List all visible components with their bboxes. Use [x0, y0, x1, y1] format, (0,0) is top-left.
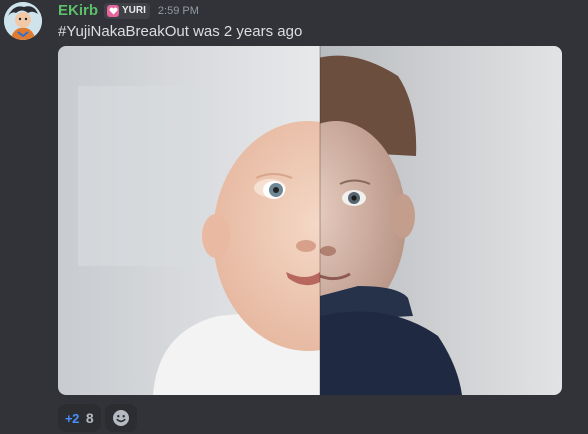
username[interactable]: EKirb	[58, 2, 98, 20]
message-header: EKirb YURI 2:59 PM	[58, 2, 199, 20]
avatar[interactable]	[4, 2, 42, 40]
avatar-image	[4, 2, 42, 40]
attachment-image	[58, 46, 562, 395]
image-attachment[interactable]	[58, 46, 562, 395]
smiley-plus-icon	[112, 410, 129, 426]
heart-icon	[107, 5, 120, 17]
plus-two-emoji: +2	[65, 410, 79, 426]
chat-message: EKirb YURI 2:59 PM #YujiNakaBreakOut was…	[0, 0, 588, 434]
message-text: #YujiNakaBreakOut was 2 years ago	[58, 23, 303, 40]
reactions-bar: +2 8	[58, 404, 137, 432]
timestamp: 2:59 PM	[157, 5, 199, 17]
reaction-plus-two[interactable]: +2 8	[58, 404, 101, 432]
role-tag[interactable]: YURI	[104, 3, 150, 19]
add-reaction-button[interactable]	[104, 404, 137, 432]
reaction-count: 8	[85, 410, 94, 426]
role-tag-label: YURI	[122, 5, 146, 16]
